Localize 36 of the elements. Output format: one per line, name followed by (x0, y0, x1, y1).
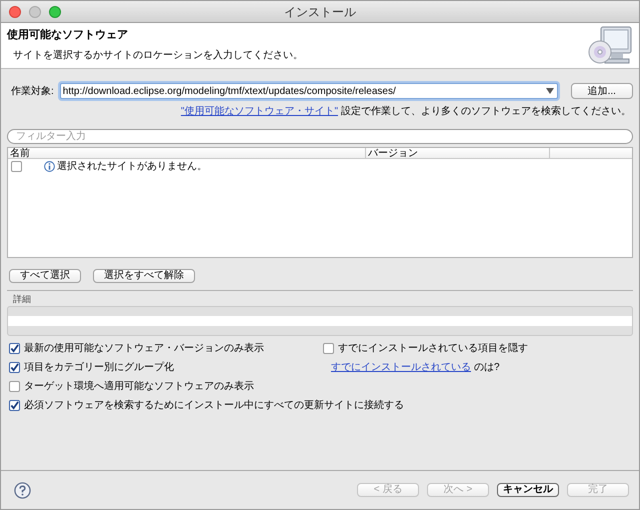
checkbox[interactable] (9, 342, 20, 354)
checkbox[interactable] (323, 342, 334, 354)
add-button[interactable]: 追加... (570, 83, 633, 99)
installed-link[interactable]: すでにインストールされている (331, 360, 471, 374)
page-subtitle: サイトを選択するかサイトのロケーションを入力してください。 (12, 48, 303, 62)
checkbox[interactable] (9, 380, 20, 392)
option-label: 最新の使用可能なソフトウェア・バージョンのみ表示 (24, 342, 264, 356)
close-icon[interactable] (9, 6, 21, 18)
help-icon[interactable] (14, 482, 31, 498)
checkbox[interactable] (9, 362, 20, 372)
column-header[interactable]: 名前 (8, 148, 366, 158)
window-title: インストール (284, 4, 356, 20)
checkbox[interactable] (11, 161, 22, 172)
info-icon (44, 161, 55, 172)
site-url: http://download.eclipse.org/modeling/tmf/xtext/updates/composite/releases/ (62, 84, 397, 98)
option-label: すでにインストールされている項目を隠す (338, 342, 528, 356)
dropdown-caret-icon[interactable] (546, 88, 554, 94)
table-cell-text: 選択されたサイトがありません。 (57, 160, 207, 174)
work-with-label: 作業対象: (11, 84, 54, 98)
wizard-button[interactable]: キャンセル (497, 483, 559, 497)
option-label: ターゲット環境へ適用可能なソフトウェアのみ表示 (24, 380, 254, 394)
column-header[interactable]: バージョン (366, 148, 550, 158)
selection-button[interactable]: 選択をすべて解除 (93, 269, 195, 283)
selection-button[interactable]: すべて選択 (9, 269, 81, 283)
available-sites-link[interactable]: "使用可能なソフトウェア・サイト" (180, 104, 338, 119)
filter-field[interactable]: フィルター入力 (7, 129, 633, 144)
installed-question: のは? (474, 360, 500, 374)
details-label: 詳細 (13, 294, 32, 305)
option-label: 必須ソフトウェアを検索するためにインストール中にすべての更新サイトに接続する (24, 398, 404, 412)
zoom-icon[interactable] (49, 6, 61, 18)
site-combo-box[interactable]: http://download.eclipse.org/modeling/tmf/xtext/updates/composite/releases/ (60, 83, 558, 99)
sites-hint-text: 設定で作業して、より多くのソフトウェアを検索してください。 (341, 104, 631, 119)
minimize-icon[interactable] (29, 6, 41, 18)
page-title: 使用可能なソフトウェア (7, 28, 129, 43)
checkbox[interactable] (9, 400, 20, 410)
option-label: 項目をカテゴリー別にグループ化 (24, 360, 174, 374)
